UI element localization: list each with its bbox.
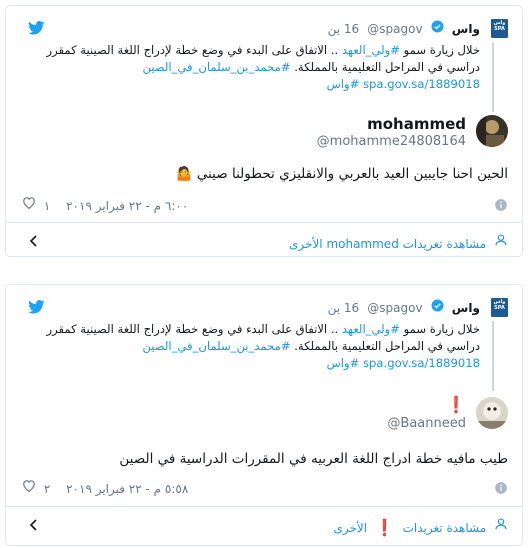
embedded-tweet-card: واس SPA واس @spagov 16 ين خلال زيارة سمو … (5, 284, 523, 546)
chevron-left-icon[interactable] (28, 235, 40, 247)
heart-icon[interactable] (22, 196, 36, 210)
shrug-emoji: 🤷 (175, 166, 193, 182)
hashtag-link[interactable]: #محمد_بن_سلمان_في_الصين (142, 339, 290, 353)
thread-line (492, 42, 494, 112)
tweet-timestamp[interactable]: ٥:٥٨ م - ٢٢ فبراير ٢٠١٩ (66, 482, 188, 496)
quoted-tweet-header[interactable]: واس SPA واس @spagov 16 ين (38, 18, 508, 38)
tweet-author[interactable]: ❗ @Baanneed (28, 395, 508, 433)
exclamation-emoji: ❗ (446, 395, 466, 414)
quoted-author-handle: @spagov (367, 21, 423, 36)
hashtag-link[interactable]: #محمد_بن_سلمان_في_الصين (142, 60, 290, 74)
avatar-image (476, 397, 508, 429)
quoted-tweet-text: خلال زيارة سمو #ولي_العهد .. الاتفاق على… (46, 43, 480, 91)
like-count: ١ (43, 198, 51, 213)
chevron-left-icon[interactable] (28, 519, 40, 531)
avatar-image (476, 115, 508, 147)
exclamation-emoji: ❗ (374, 518, 395, 537)
author-name[interactable]: mohammed (367, 115, 466, 133)
tweet-author[interactable]: mohammed @mohamme24808164 (28, 115, 508, 151)
tweet-text: الحين احنا جايبين العيد بالعربي والانقلي… (175, 166, 508, 182)
hashtag-link[interactable]: #واس (327, 77, 360, 91)
embedded-tweet-card: واس SPA واس @spagov 16 ين خلال زيارة سمو … (5, 5, 523, 257)
info-icon[interactable] (494, 481, 508, 495)
person-icon (495, 518, 507, 530)
quoted-tweet-header[interactable]: واس SPA واس @spagov 16 ين (38, 297, 508, 317)
heart-icon[interactable] (22, 479, 36, 493)
quoted-author-name: واس (451, 300, 480, 315)
author-handle[interactable]: @Baanneed (387, 416, 466, 431)
person-icon (495, 234, 507, 246)
tweet-meta: ١ ٦:٠٠ م - ٢٢ فبراير ٢٠١٩ (22, 196, 508, 214)
url-link[interactable]: spa.gov.sa/1889018 (363, 77, 480, 91)
hashtag-link[interactable]: #ولي_العهد (342, 43, 400, 57)
view-more-tweets-link[interactable]: مشاهدة تغريدات mohammed الأخرى (289, 233, 508, 251)
verified-badge-icon (431, 20, 444, 33)
quoted-tweet-time[interactable]: 16 ين (328, 22, 360, 36)
view-more-tweets-footer[interactable]: مشاهدة تغريدات mohammed الأخرى (6, 223, 522, 259)
avatar[interactable] (476, 115, 508, 147)
tweet-text: طيب مافيه خطة ادراج اللغة العربيه في الم… (119, 451, 508, 467)
avatar[interactable] (476, 397, 508, 429)
url-link[interactable]: spa.gov.sa/1889018 (363, 356, 480, 370)
tweet-meta: ٢ ٥:٥٨ م - ٢٢ فبراير ٢٠١٩ (22, 479, 508, 497)
hashtag-link[interactable]: #ولي_العهد (342, 322, 400, 336)
spa-logo-avatar: واس SPA (491, 298, 508, 317)
author-badge-row: ❗ (446, 395, 466, 414)
spa-logo-avatar: واس SPA (491, 19, 508, 38)
hashtag-link[interactable]: #واس (327, 356, 360, 370)
view-more-tweets-link[interactable]: مشاهدة تغريدات ❗ الأخرى (333, 517, 508, 537)
author-handle[interactable]: @mohamme24808164 (317, 134, 466, 149)
tweet-timestamp[interactable]: ٦:٠٠ م - ٢٢ فبراير ٢٠١٩ (66, 199, 188, 213)
quoted-author-name: واس (451, 21, 480, 36)
thread-line (492, 321, 494, 391)
quoted-tweet-text: خلال زيارة سمو #ولي_العهد .. الاتفاق على… (46, 322, 480, 370)
info-icon[interactable] (494, 198, 508, 212)
like-count: ٢ (43, 481, 51, 496)
quoted-author-handle: @spagov (367, 300, 423, 315)
view-more-tweets-footer[interactable]: مشاهدة تغريدات ❗ الأخرى (6, 507, 522, 543)
verified-badge-icon (431, 299, 444, 312)
quoted-tweet-time[interactable]: 16 ين (328, 301, 360, 315)
